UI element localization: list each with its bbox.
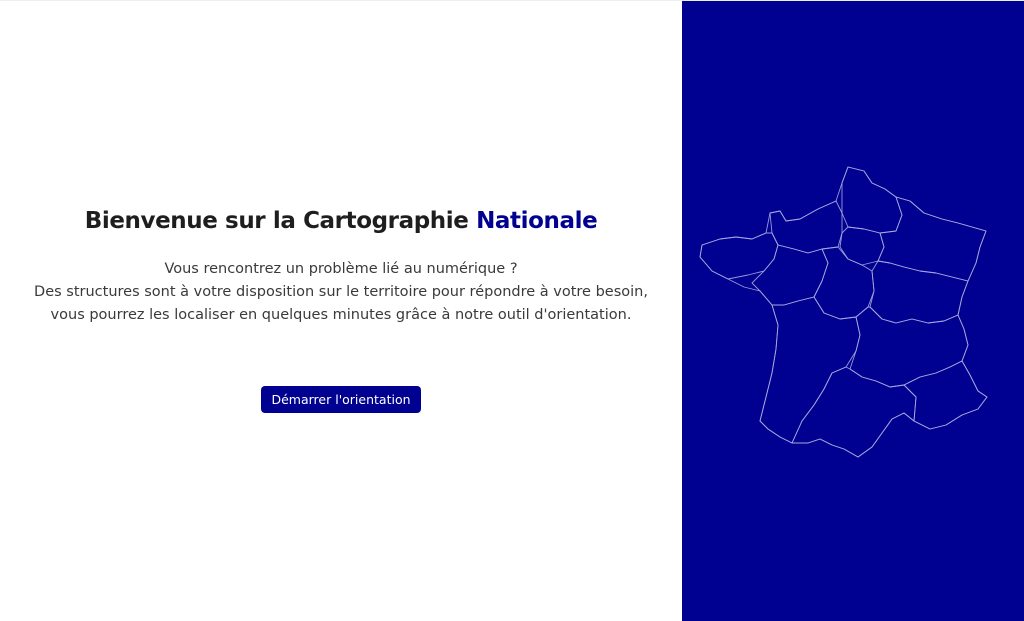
region-grand-est (877, 196, 987, 282)
start-orientation-button[interactable]: Démarrer l'orientation (261, 386, 421, 413)
region-normandie (769, 200, 843, 254)
region-hauts-de-france (841, 166, 903, 234)
intro-description: Vous rencontrez un problème lié au numér… (0, 258, 682, 327)
region-paca (903, 360, 988, 430)
page-title-main: Bienvenue sur la Cartographie (84, 208, 469, 234)
region-bretagne (699, 232, 779, 280)
france-outline (699, 166, 988, 458)
france-regions-map-icon (699, 166, 988, 458)
region-ile-de-france (839, 226, 885, 266)
region-pays-de-la-loire (751, 244, 829, 306)
intro-line-1: Vous rencontrez un problème lié au numér… (164, 261, 518, 277)
page-title-accent: Nationale (476, 208, 598, 234)
page: Bienvenue sur la Cartographie Nationale … (0, 0, 1024, 621)
region-nouvelle-aquitaine (759, 296, 861, 444)
intro-line-3: vous pourrez les localiser en quelques m… (50, 307, 632, 323)
region-occitanie (791, 366, 917, 458)
region-auvergne-rhone-alpes (849, 306, 969, 388)
intro-panel: Bienvenue sur la Cartographie Nationale … (0, 1, 682, 621)
region-bourgogne-franche-comte (869, 260, 969, 324)
page-title: Bienvenue sur la Cartographie Nationale (0, 204, 682, 238)
intro-line-2: Des structures sont à votre disposition … (34, 284, 648, 300)
map-panel (682, 1, 1024, 621)
region-centre-val-de-loire (813, 246, 875, 320)
intro-content: Bienvenue sur la Cartographie Nationale … (0, 204, 682, 413)
